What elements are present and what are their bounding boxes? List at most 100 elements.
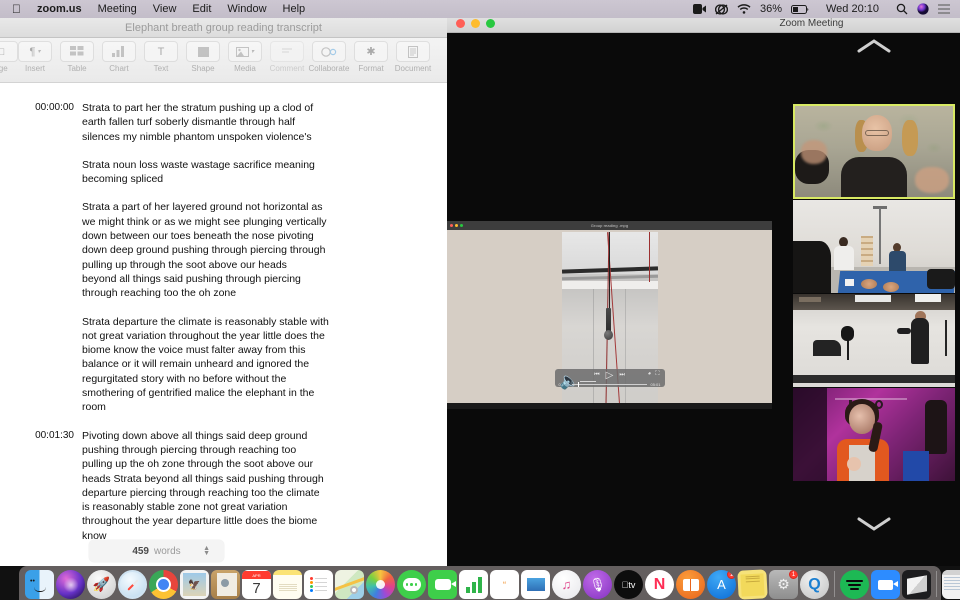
dock-item-reminders[interactable]: [304, 570, 333, 599]
dock-item-maps[interactable]: [335, 570, 364, 599]
wifi-icon[interactable]: [737, 4, 751, 14]
desktop-screen:  zoom.us Meeting View Edit Window Help …: [0, 0, 960, 600]
transcript-paragraph: Strata noun loss waste wastage sacrifice…: [82, 158, 315, 186]
rocket-icon: 🚀: [92, 576, 111, 592]
dock-item-quicktime-player[interactable]: Q: [800, 570, 829, 599]
dock-item-news[interactable]: N: [645, 570, 674, 599]
toolbar-button-media[interactable]: ▾ Media: [224, 41, 266, 73]
battery-percent-label: 36%: [759, 3, 782, 15]
dock-minimized-window-pages[interactable]: ●: [942, 570, 960, 599]
participant-tile-2[interactable]: [793, 200, 955, 293]
system-preferences-badge: 1: [789, 570, 798, 579]
dock-item-spotify[interactable]: [840, 570, 869, 599]
paragraph-icon: ¶ ▾: [18, 41, 52, 62]
toolbar-label-collaborate: Collaborate: [308, 64, 350, 73]
shared-screen[interactable]: Group reading .mpg 🔈 ⏮ ▷ ⏭ ◕ ⛶ 00:00 05:…: [447, 221, 772, 409]
dock-item-facetime[interactable]: [428, 570, 457, 599]
dock-item-books[interactable]: [676, 570, 705, 599]
word-count-stepper-icon[interactable]: ▲ ▼: [203, 545, 210, 557]
dock-item-chrome[interactable]: [149, 570, 178, 599]
menu-item-window[interactable]: Window: [219, 3, 274, 15]
toolbar-label-insert: Insert: [24, 64, 45, 73]
airplay-icon[interactable]: ⛶: [655, 371, 659, 378]
video-camera-icon[interactable]: [692, 4, 706, 14]
scrubber-handle[interactable]: [577, 382, 579, 387]
play-icon[interactable]: ▷: [606, 370, 614, 381]
finder-face-icon: ••: [30, 578, 35, 585]
dock-item-contacts[interactable]: [211, 570, 240, 599]
dock-item-finder[interactable]: ••: [25, 570, 54, 599]
gallery-scroll-down-button[interactable]: [793, 511, 955, 537]
dock-item-preview[interactable]: 🦅: [180, 570, 209, 599]
toolbar-button-chart[interactable]: Chart: [98, 41, 140, 73]
transcript-paragraph: Pivoting down above all things said deep…: [82, 429, 324, 542]
table-icon: [60, 41, 94, 62]
toolbar-button-insert[interactable]: ¶ ▾ Insert: [14, 41, 56, 73]
menu-item-meeting[interactable]: Meeting: [90, 3, 145, 15]
toolbar-label-chart: Chart: [109, 64, 129, 73]
gallery-scroll-up-button[interactable]: [793, 33, 955, 59]
notification-center-icon[interactable]: [938, 4, 950, 14]
dock-item-siri[interactable]: [56, 570, 85, 599]
clock[interactable]: Wed 20:10: [818, 3, 887, 15]
dock-item-numbers[interactable]: [459, 570, 488, 599]
search-icon[interactable]: [896, 3, 908, 15]
toolbar-button-comment[interactable]: Comment: [266, 41, 308, 73]
dock-item-calendar[interactable]: APR 7: [242, 570, 271, 599]
transcript-timestamp: [0, 200, 82, 414]
gear-icon: ⚙: [777, 576, 790, 592]
menu-item-view[interactable]: View: [145, 3, 185, 15]
document-canvas[interactable]: 00:00:00 Strata to part her the stratum …: [0, 83, 447, 566]
pages-title-bar[interactable]: Elephant breath group reading transcript: [0, 18, 447, 38]
display-mirroring-icon[interactable]: [714, 3, 728, 15]
dock-item-podcasts[interactable]: 🎙: [583, 570, 612, 599]
volume-slider[interactable]: [580, 380, 597, 382]
minimize-button[interactable]: [471, 19, 480, 28]
dock-item-messages[interactable]: [397, 570, 426, 599]
share-icon[interactable]: ◕: [648, 371, 652, 378]
toolbar-label-format: Format: [358, 64, 384, 73]
dock-item-photos[interactable]: [366, 570, 395, 599]
toolbar-button-page[interactable]: □ age: [0, 41, 18, 73]
dock-item-final-cut-pro[interactable]: [902, 570, 931, 599]
battery-icon[interactable]: [790, 4, 809, 14]
word-count-badge[interactable]: 459 words ▲ ▼: [89, 540, 224, 562]
participant-tile-1[interactable]: [793, 104, 955, 199]
toolbar-button-document[interactable]: Document: [392, 41, 434, 73]
volume-icon[interactable]: 🔈: [560, 371, 580, 391]
zoom-meeting-body: Group reading .mpg 🔈 ⏮ ▷ ⏭ ◕ ⛶ 00:00 05:…: [447, 33, 960, 566]
toolbar-button-text[interactable]: T Text: [140, 41, 182, 73]
fast-forward-icon[interactable]: ⏭: [619, 372, 624, 379]
word-count-number: 459: [132, 545, 149, 557]
menu-item-help[interactable]: Help: [275, 3, 314, 15]
close-button[interactable]: [456, 19, 465, 28]
dock-item-notes[interactable]: [273, 570, 302, 599]
toolbar-button-collaborate[interactable]: Collaborate: [308, 41, 350, 73]
maximize-button[interactable]: [486, 19, 495, 28]
video-player-controls[interactable]: 🔈 ⏮ ▷ ⏭ ◕ ⛶ 00:00 05:01: [554, 369, 665, 390]
volume-control[interactable]: 🔈: [560, 371, 597, 391]
toolbar-button-shape[interactable]: Shape: [182, 41, 224, 73]
participant-tile-3[interactable]: [793, 294, 955, 387]
dock-item-zoom[interactable]: [871, 570, 900, 599]
siri-icon[interactable]: [917, 3, 929, 15]
window-controls[interactable]: [447, 19, 495, 28]
dock-item-keynote[interactable]: [521, 570, 550, 599]
apple-menu-icon[interactable]: : [12, 3, 21, 15]
dock-item-itunes[interactable]: ♫: [552, 570, 581, 599]
menu-item-edit[interactable]: Edit: [184, 3, 219, 15]
dock-item-apple-tv[interactable]: tv: [614, 570, 643, 599]
toolbar-button-format[interactable]: ✱ Format: [350, 41, 392, 73]
dock-item-app-store[interactable]: A 1: [707, 570, 736, 599]
dock-item-safari[interactable]: [118, 570, 147, 599]
format-brush-icon: ✱: [354, 41, 388, 62]
participant-tile-4[interactable]: [793, 388, 955, 481]
dock-item-system-preferences[interactable]: ⚙ 1: [769, 570, 798, 599]
dock-item-launchpad[interactable]: 🚀: [87, 570, 116, 599]
menu-item-zoom-us[interactable]: zoom.us: [29, 3, 90, 15]
dock-item-pages[interactable]: “ ✏: [490, 570, 519, 599]
dock: •• 🚀 🦅 APR 7 “ ✏ ♫ 🎙 tv N A 1 ⚙ 1 Q: [19, 566, 960, 600]
dock-item-stickies[interactable]: [737, 569, 768, 600]
scrubber-track[interactable]: [571, 382, 648, 387]
toolbar-button-table[interactable]: Table: [56, 41, 98, 73]
